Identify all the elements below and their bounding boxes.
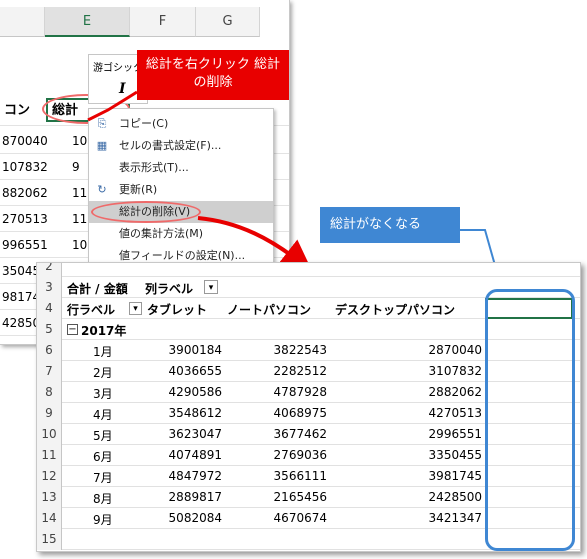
- desktop-cell[interactable]: 3421347: [417, 511, 482, 525]
- month-cell[interactable]: 4月: [93, 406, 113, 423]
- month-cell[interactable]: 8月: [93, 490, 113, 507]
- month-cell[interactable]: 6月: [93, 448, 113, 465]
- notebook-cell[interactable]: 2769036: [262, 448, 327, 462]
- notebook-cell[interactable]: 3677462: [262, 427, 327, 441]
- header-notebook[interactable]: ノートパソコン: [227, 301, 311, 318]
- row-number[interactable]: 15: [37, 529, 62, 550]
- row-number[interactable]: 5: [37, 319, 62, 340]
- row-number[interactable]: 4: [37, 298, 62, 319]
- notebook-cell[interactable]: 4670674: [262, 511, 327, 525]
- filter-icon[interactable]: ▾: [204, 280, 218, 294]
- year-label[interactable]: 2017年: [81, 322, 126, 339]
- tablet-cell[interactable]: 3548612: [157, 406, 222, 420]
- tablet-cell[interactable]: 5082084: [157, 511, 222, 525]
- desktop-cell[interactable]: 3981745: [417, 469, 482, 483]
- tablet-cell[interactable]: 4036655: [157, 364, 222, 378]
- desktop-cell[interactable]: 2428500: [417, 490, 482, 504]
- tablet-cell[interactable]: 3900184: [157, 343, 222, 357]
- tablet-cell[interactable]: 4074891: [157, 448, 222, 462]
- month-cell[interactable]: 1月: [93, 343, 113, 360]
- month-cell[interactable]: 3月: [93, 385, 113, 402]
- red-curved-arrow: [197, 216, 313, 272]
- desktop-cell[interactable]: 2882062: [417, 385, 482, 399]
- row-number[interactable]: 10: [37, 424, 62, 445]
- desktop-cell[interactable]: 3107832: [417, 364, 482, 378]
- notebook-cell[interactable]: 4068975: [262, 406, 327, 420]
- month-cell[interactable]: 9月: [93, 511, 113, 528]
- empty-total-column-highlight: [485, 289, 575, 551]
- row-number[interactable]: 2: [37, 263, 62, 277]
- month-cell[interactable]: 7月: [93, 469, 113, 486]
- desktop-cell[interactable]: 3350455: [417, 448, 482, 462]
- blue-callout: 総計がなくなる: [320, 207, 460, 243]
- row-number[interactable]: 7: [37, 361, 62, 382]
- notebook-cell[interactable]: 4787928: [262, 385, 327, 399]
- notebook-cell[interactable]: 2165456: [262, 490, 327, 504]
- notebook-cell[interactable]: 3566111: [262, 469, 327, 483]
- row-number[interactable]: 8: [37, 382, 62, 403]
- collapse-icon[interactable]: −: [67, 324, 78, 335]
- red-pointer-arrow: [87, 90, 138, 122]
- row-number[interactable]: 6: [37, 340, 62, 361]
- month-cell[interactable]: 2月: [93, 364, 113, 381]
- header-desktop[interactable]: デスクトップパソコン: [335, 301, 455, 318]
- row-label[interactable]: 行ラベル: [67, 301, 115, 318]
- row-number[interactable]: 9: [37, 403, 62, 424]
- row-number[interactable]: 3: [37, 277, 62, 298]
- row-number[interactable]: 12: [37, 466, 62, 487]
- header-tablet[interactable]: タブレット: [147, 301, 207, 318]
- month-cell[interactable]: 5月: [93, 427, 113, 444]
- desktop-cell[interactable]: 2996551: [417, 427, 482, 441]
- row-number[interactable]: 13: [37, 487, 62, 508]
- summary-label[interactable]: 合計 / 金額: [67, 280, 128, 297]
- desktop-cell[interactable]: 4270513: [417, 406, 482, 420]
- tablet-cell[interactable]: 4290586: [157, 385, 222, 399]
- sheet-row: [62, 263, 580, 277]
- tablet-cell[interactable]: 2889817: [157, 490, 222, 504]
- column-label[interactable]: 列ラベル: [145, 280, 193, 297]
- desktop-cell[interactable]: 2870040: [417, 343, 482, 357]
- row-number[interactable]: 11: [37, 445, 62, 466]
- dropdown-icon[interactable]: ▾: [129, 302, 142, 315]
- notebook-cell[interactable]: 3822543: [262, 343, 327, 357]
- notebook-cell[interactable]: 2282512: [262, 364, 327, 378]
- tablet-cell[interactable]: 3623047: [157, 427, 222, 441]
- tablet-cell[interactable]: 4847972: [157, 469, 222, 483]
- row-number[interactable]: 14: [37, 508, 62, 529]
- pivot-table-sheet: 2 3 4 5 6 7 8 9 10 11 12 13 14 15 合計 / 金…: [36, 262, 581, 552]
